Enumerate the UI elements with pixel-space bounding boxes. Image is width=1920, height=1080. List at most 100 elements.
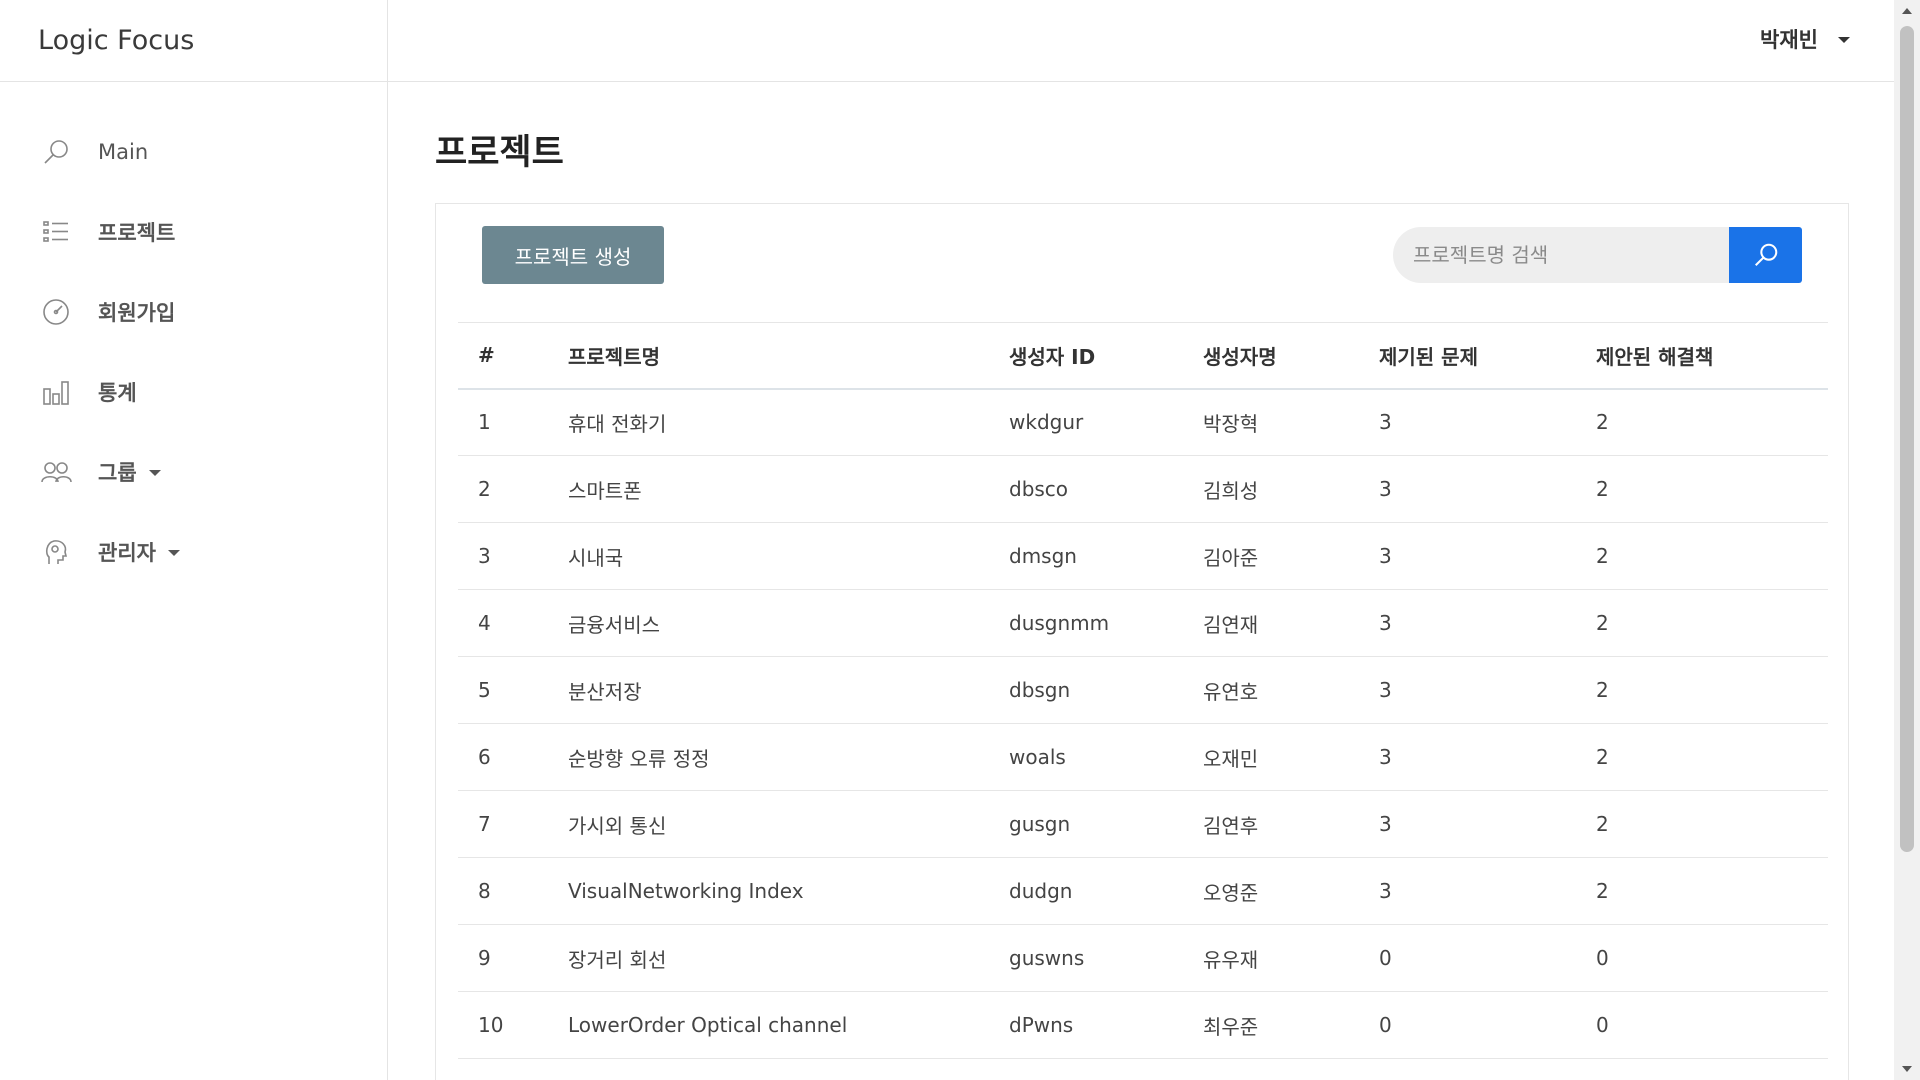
column-header-solutions[interactable]: 제안된 해결책 bbox=[1576, 322, 1828, 390]
cell-project-name[interactable]: 시내국 bbox=[548, 522, 989, 590]
chevron-down-icon bbox=[1838, 37, 1850, 43]
cell-problems: 3 bbox=[1359, 723, 1576, 791]
search-icon bbox=[40, 136, 72, 168]
sidebar-item-main[interactable]: Main bbox=[0, 112, 387, 192]
create-project-button[interactable]: 프로젝트 생성 bbox=[482, 226, 664, 284]
cell-project-name[interactable]: 스마트폰 bbox=[548, 455, 989, 523]
sidebar-item-projects[interactable]: 프로젝트 bbox=[0, 192, 387, 272]
chevron-down-icon bbox=[167, 550, 180, 556]
cell-solutions: 0 bbox=[1576, 924, 1828, 992]
cell-creator-id: dusgnmm bbox=[989, 589, 1183, 657]
table-row[interactable]: 10 LowerOrder Optical channel dPwns 최우준 … bbox=[458, 991, 1828, 1059]
sidebar-item-admin[interactable]: 관리자 bbox=[0, 512, 387, 592]
table-row[interactable]: 8 VisualNetworking Index dudgn 오영준 3 2 bbox=[458, 857, 1828, 925]
cell-number: 4 bbox=[458, 589, 548, 657]
sidebar-item-stats[interactable]: 통계 bbox=[0, 352, 387, 432]
cell-creator-name: 최우준 bbox=[1183, 991, 1359, 1059]
cell-number: 10 bbox=[458, 991, 548, 1059]
cell-number: 3 bbox=[458, 522, 548, 590]
cell-number: 6 bbox=[458, 723, 548, 791]
table-row[interactable]: 4 금융서비스 dusgnmm 김연재 3 2 bbox=[458, 589, 1828, 657]
cell-creator-name: 김연후 bbox=[1183, 790, 1359, 858]
table-row[interactable]: 2 스마트폰 dbsco 김희성 3 2 bbox=[458, 455, 1828, 523]
scroll-up-arrow-icon[interactable] bbox=[1902, 8, 1912, 14]
cell-solutions: 2 bbox=[1576, 388, 1828, 456]
user-menu[interactable]: 박재빈 bbox=[1760, 24, 1850, 54]
sidebar-item-label: 관리자 bbox=[98, 541, 156, 565]
cell-problems: 3 bbox=[1359, 522, 1576, 590]
vertical-scrollbar[interactable] bbox=[1894, 0, 1920, 1080]
cell-problems: 0 bbox=[1359, 924, 1576, 992]
sidebar-item-groups[interactable]: 그룹 bbox=[0, 432, 387, 512]
table-row[interactable]: 7 가시외 통신 gusgn 김연후 3 2 bbox=[458, 790, 1828, 858]
app-root: Logic Focus Main 프로젝트 회원가입 통계 그룹 관리자 박재빈… bbox=[0, 0, 1920, 1080]
column-header-problems[interactable]: 제기된 문제 bbox=[1359, 322, 1576, 390]
column-header-number[interactable]: # bbox=[458, 322, 548, 390]
cell-project-name[interactable]: 휴대 전화기 bbox=[548, 388, 989, 456]
cell-project-name[interactable]: 분산저장 bbox=[548, 656, 989, 724]
cell-number: 7 bbox=[458, 790, 548, 858]
chevron-down-icon bbox=[148, 470, 161, 476]
scroll-down-arrow-icon[interactable] bbox=[1902, 1066, 1912, 1072]
bar-chart-icon bbox=[40, 376, 72, 408]
cell-solutions: 2 bbox=[1576, 656, 1828, 724]
cell-project-name[interactable]: 순방향 오류 정정 bbox=[548, 723, 989, 791]
cell-creator-id: dbsgn bbox=[989, 656, 1183, 724]
column-header-project-name[interactable]: 프로젝트명 bbox=[548, 322, 989, 390]
cell-number: 1 bbox=[458, 388, 548, 456]
cell-creator-id: guswns bbox=[989, 924, 1183, 992]
cell-project-name[interactable]: VisualNetworking Index bbox=[548, 857, 989, 925]
cell-problems: 3 bbox=[1359, 790, 1576, 858]
brand-logo[interactable]: Logic Focus bbox=[0, 0, 387, 82]
sidebar-item-label: 통계 bbox=[98, 381, 137, 405]
column-header-creator-id[interactable]: 생성자 ID bbox=[989, 322, 1183, 390]
cell-problems: 0 bbox=[1359, 991, 1576, 1059]
cell-project-name[interactable]: 가시외 통신 bbox=[548, 790, 989, 858]
cell-creator-name: 유연호 bbox=[1183, 656, 1359, 724]
table-row[interactable]: 6 순방향 오류 정정 woals 오재민 3 2 bbox=[458, 723, 1828, 791]
cell-creator-name: 박장혁 bbox=[1183, 388, 1359, 456]
search-button[interactable] bbox=[1729, 227, 1802, 283]
project-table: # 프로젝트명 생성자 ID 생성자명 제기된 문제 제안된 해결책 1 휴대 … bbox=[458, 322, 1828, 1059]
gauge-icon bbox=[40, 296, 72, 328]
search-bar bbox=[1393, 227, 1802, 283]
table-row[interactable]: 1 휴대 전화기 wkdgur 박장혁 3 2 bbox=[458, 388, 1828, 456]
search-icon bbox=[1754, 243, 1777, 266]
cell-creator-name: 오영준 bbox=[1183, 857, 1359, 925]
cell-creator-id: wkdgur bbox=[989, 388, 1183, 456]
cell-number: 5 bbox=[458, 656, 548, 724]
cell-solutions: 2 bbox=[1576, 455, 1828, 523]
cell-number: 9 bbox=[458, 924, 548, 992]
sidebar-item-label: 프로젝트 bbox=[98, 221, 176, 245]
table-row[interactable]: 3 시내국 dmsgn 김아준 3 2 bbox=[458, 522, 1828, 590]
cell-creator-name: 김아준 bbox=[1183, 522, 1359, 590]
cell-creator-id: dPwns bbox=[989, 991, 1183, 1059]
column-header-creator-name[interactable]: 생성자명 bbox=[1183, 322, 1359, 390]
list-icon bbox=[40, 216, 72, 248]
table-row[interactable]: 5 분산저장 dbsgn 유연호 3 2 bbox=[458, 656, 1828, 724]
cell-number: 8 bbox=[458, 857, 548, 925]
cell-solutions: 0 bbox=[1576, 991, 1828, 1059]
table-row[interactable]: 9 장거리 회선 guswns 유우재 0 0 bbox=[458, 924, 1828, 992]
sidebar-nav: Main 프로젝트 회원가입 통계 그룹 관리자 bbox=[0, 82, 387, 592]
users-icon bbox=[40, 456, 72, 488]
cell-solutions: 2 bbox=[1576, 723, 1828, 791]
cell-number: 2 bbox=[458, 455, 548, 523]
sidebar-item-signup[interactable]: 회원가입 bbox=[0, 272, 387, 352]
search-input[interactable] bbox=[1393, 227, 1729, 283]
cell-project-name[interactable]: 금융서비스 bbox=[548, 589, 989, 657]
cell-problems: 3 bbox=[1359, 656, 1576, 724]
cell-solutions: 2 bbox=[1576, 790, 1828, 858]
cell-solutions: 2 bbox=[1576, 589, 1828, 657]
head-icon bbox=[40, 536, 72, 568]
cell-creator-id: gusgn bbox=[989, 790, 1183, 858]
cell-project-name[interactable]: 장거리 회선 bbox=[548, 924, 989, 992]
cell-problems: 3 bbox=[1359, 857, 1576, 925]
cell-creator-name: 유우재 bbox=[1183, 924, 1359, 992]
cell-project-name[interactable]: LowerOrder Optical channel bbox=[548, 991, 989, 1059]
project-card: 프로젝트 생성 # 프로젝트명 생성자 ID 생성자명 bbox=[435, 203, 1849, 1080]
user-name: 박재빈 bbox=[1760, 28, 1818, 52]
main-content: 프로젝트 프로젝트 생성 # 프로젝트명 생성자 ID bbox=[388, 82, 1894, 1080]
cell-creator-id: woals bbox=[989, 723, 1183, 791]
scrollbar-thumb[interactable] bbox=[1900, 26, 1914, 852]
